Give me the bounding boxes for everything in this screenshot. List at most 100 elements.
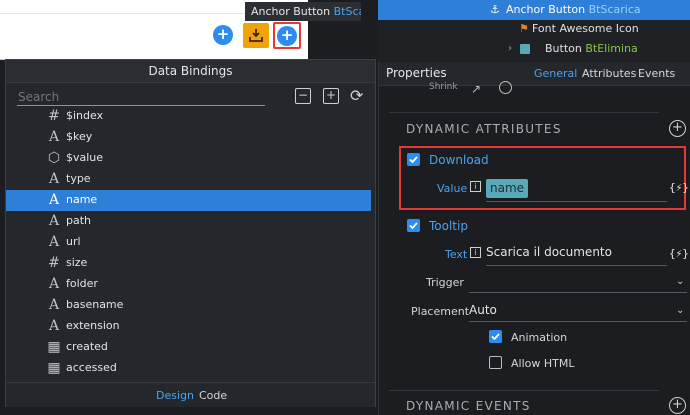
dynamic-attributes-header: DYNAMIC ATTRIBUTES [406, 122, 562, 136]
flag-icon: ⚑ [519, 22, 529, 35]
list-item[interactable]: # $index [6, 106, 371, 127]
cube-icon: ⬡ [47, 150, 61, 166]
hash-icon: # [48, 108, 60, 124]
element-tooltip: Anchor Button BtScaric [245, 2, 361, 21]
list-item[interactable]: ▦ created [6, 337, 371, 358]
properties-panel: Properties General Attributes Events Shr… [378, 62, 690, 415]
list-item[interactable]: Aurl [6, 232, 371, 253]
list-item[interactable]: Afolder [6, 274, 371, 295]
text-underline [486, 265, 667, 266]
list-item[interactable]: # size [6, 253, 371, 274]
text-label: Text [445, 248, 468, 261]
check-icon [409, 222, 418, 230]
list-item[interactable]: A $key [6, 127, 371, 148]
text-icon: A [48, 318, 60, 334]
structure-panel: ⚓ Anchor Button BtScarica ⚑ Font Awesome… [378, 0, 690, 62]
list-item[interactable]: Aextension [6, 316, 371, 337]
tree-item-label: Font Awesome Icon [532, 22, 639, 35]
text-icon: A [48, 171, 60, 187]
list-item[interactable]: ▦ accessed [6, 358, 371, 379]
tab-general[interactable]: General [534, 67, 577, 80]
data-bindings-dialog: Data Bindings − + ⟳ #$index A$key ⬡$valu… [5, 59, 376, 407]
download-button[interactable] [243, 23, 269, 48]
tab-events[interactable]: Events [638, 67, 675, 80]
hash-icon: # [48, 255, 60, 271]
tree-item-font-awesome-icon[interactable]: ⚑ Font Awesome Icon [519, 19, 639, 39]
placement-select[interactable]: Auto [469, 303, 497, 317]
trigger-label: Trigger [426, 276, 464, 289]
download-checkbox[interactable] [407, 153, 420, 166]
shrink-label: Shrink [429, 82, 458, 92]
placement-underline [469, 321, 687, 322]
info-icon[interactable]: i [470, 181, 481, 192]
bind-data-icon[interactable]: {⚡} [669, 247, 689, 260]
check-icon [409, 156, 418, 164]
tooltip-text-input[interactable]: Scarica il documento [486, 245, 612, 259]
bindings-list: # $index A $key ⬡ $value Atype Aname Apath … [6, 105, 375, 381]
chevron-down-icon[interactable]: ⌄ [676, 305, 684, 316]
add-button[interactable]: + [213, 25, 233, 45]
plus-icon: + [277, 26, 297, 46]
value-label: Value [437, 182, 468, 195]
tooltip-checkbox[interactable] [407, 219, 420, 232]
selected-anchor-button[interactable]: + [273, 22, 301, 49]
info-icon[interactable]: i [470, 247, 481, 258]
animation-checkbox[interactable] [489, 330, 502, 343]
tooltip-class: BtScaric [333, 5, 361, 18]
binding-chip[interactable]: name [486, 179, 529, 198]
tree-item-label: Anchor Button [506, 3, 586, 16]
arrow-icon[interactable]: ↗ [471, 82, 481, 96]
dialog-title: Data Bindings [6, 60, 375, 83]
tree-item-anchor-button[interactable]: ⚓ Anchor Button BtScarica [378, 0, 690, 20]
download-label: Download [429, 153, 489, 167]
dynamic-events-header: DYNAMIC EVENTS [406, 399, 531, 413]
dialog-footer: Design Code [6, 382, 375, 407]
add-event-button[interactable]: + [669, 397, 686, 414]
download-icon [249, 29, 263, 42]
panel-title: Properties [386, 66, 447, 80]
tree-item-class: BtScarica [588, 3, 641, 16]
app-window: + + Anchor Button BtScaric ⚓ Anchor Butt… [0, 0, 690, 415]
tree-item-class: BtElimina [585, 42, 638, 55]
check-icon [491, 333, 500, 341]
animation-label: Animation [511, 331, 568, 344]
tree-item-label: Button [545, 42, 582, 55]
list-item[interactable]: Atype [6, 169, 371, 190]
divider [389, 112, 659, 113]
tooltip-prefix: Anchor Button [251, 5, 331, 18]
expand-all-button[interactable]: + [323, 88, 339, 104]
tree-item-button[interactable]: › Button BtElimina [508, 39, 638, 59]
text-icon: A [48, 129, 60, 145]
refresh-icon[interactable]: ⟳ [350, 86, 363, 105]
list-item-selected[interactable]: Aname [6, 190, 371, 211]
text-icon: A [48, 297, 60, 313]
button-icon [520, 44, 530, 54]
list-item[interactable]: Apath [6, 211, 371, 232]
text-icon: A [48, 234, 60, 250]
tab-code[interactable]: Code [199, 389, 227, 402]
chevron-right-icon[interactable]: › [508, 39, 512, 59]
search-input[interactable] [17, 88, 265, 106]
divider [389, 390, 659, 391]
tab-design[interactable]: Design [156, 389, 194, 402]
list-item[interactable]: ⬡ $value [6, 148, 371, 169]
anchor-icon: ⚓ [490, 3, 500, 16]
calendar-icon: ▦ [47, 360, 61, 376]
no-icon[interactable] [499, 81, 512, 94]
calendar-icon: ▦ [47, 339, 61, 355]
properties-header: Properties General Attributes Events [379, 62, 690, 86]
chevron-down-icon[interactable]: ⌄ [676, 276, 684, 287]
trigger-select[interactable] [469, 292, 687, 293]
collapse-all-button[interactable]: − [295, 88, 311, 104]
allow-html-checkbox[interactable] [489, 356, 502, 369]
text-icon: A [48, 192, 60, 208]
tooltip-label: Tooltip [429, 219, 468, 233]
value-underline [486, 201, 667, 202]
placement-label: Placement [411, 305, 470, 318]
bind-data-icon[interactable]: {⚡} [669, 181, 689, 194]
text-icon: A [48, 213, 60, 229]
tab-attributes[interactable]: Attributes [582, 67, 636, 80]
list-item[interactable]: Abasename [6, 295, 371, 316]
add-attribute-button[interactable]: + [669, 120, 686, 137]
allow-html-label: Allow HTML [511, 357, 575, 370]
